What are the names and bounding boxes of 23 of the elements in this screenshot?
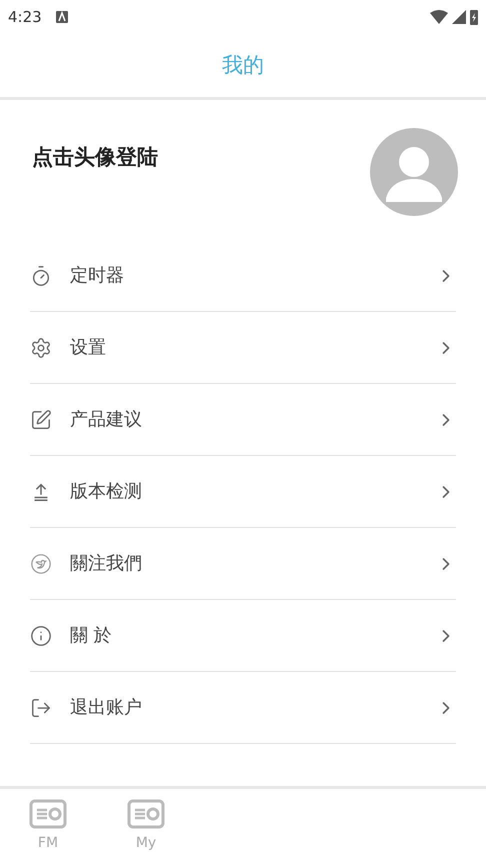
radio-icon: [29, 799, 67, 829]
menu-item[interactable]: 定时器: [30, 240, 456, 312]
avatar-icon[interactable]: [370, 128, 458, 216]
notification-icon: [56, 11, 68, 23]
menu-item[interactable]: 产品建议: [30, 384, 456, 456]
logout-icon: [30, 696, 52, 718]
menu-item[interactable]: 退出账户: [30, 672, 456, 744]
timer-icon: [30, 264, 52, 286]
menu-item[interactable]: 關 於: [30, 600, 456, 672]
menu-item[interactable]: 關注我們: [30, 528, 456, 600]
edit-icon: [30, 408, 52, 430]
page-title: 我的: [222, 52, 264, 79]
wifi-icon: [430, 10, 448, 24]
settings-icon: [30, 336, 52, 358]
info-icon: [30, 624, 52, 646]
radio-icon: [127, 799, 165, 829]
signal-icon: [452, 10, 466, 24]
menu-item[interactable]: 版本检测: [30, 456, 456, 528]
battery-icon: [470, 9, 478, 25]
bird-icon: [30, 552, 52, 574]
menu-item[interactable]: 设置: [30, 312, 456, 384]
login-prompt[interactable]: 点击头像登陆: [32, 142, 158, 174]
status-time: 4:23: [8, 6, 42, 28]
